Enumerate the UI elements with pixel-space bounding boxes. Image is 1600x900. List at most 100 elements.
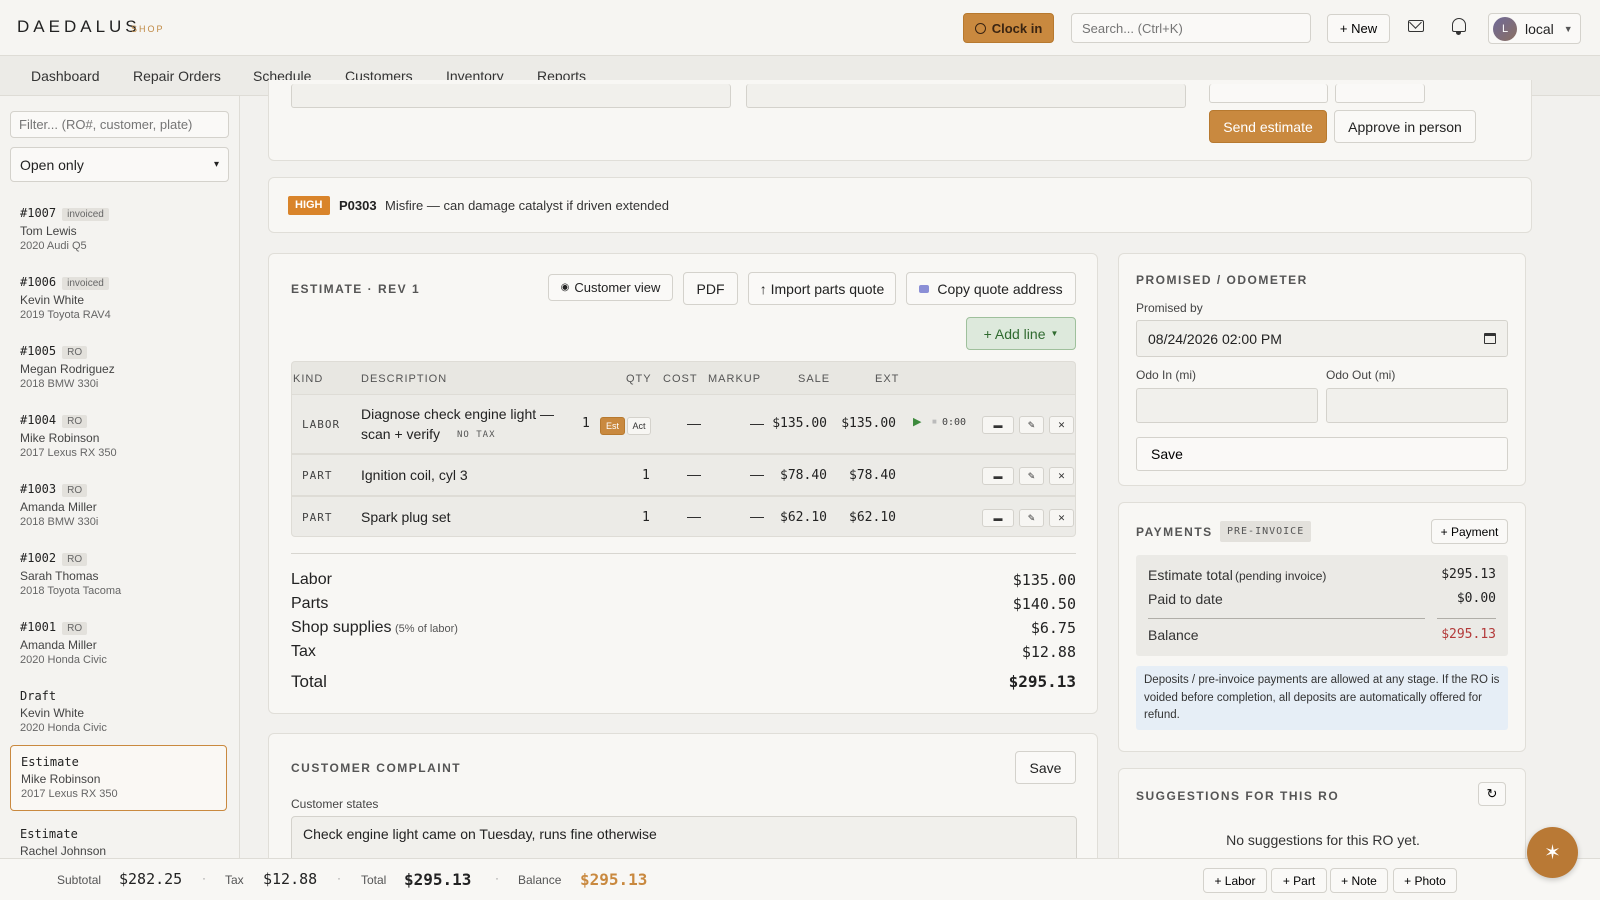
timer-value: 0:00 bbox=[942, 417, 967, 428]
table-row[interactable]: LABOR Diagnose check engine light — scan… bbox=[291, 394, 1076, 454]
chevron-down-icon: ▼ bbox=[1563, 23, 1573, 34]
copy-quote-address-button[interactable]: Copy quote address bbox=[906, 272, 1076, 305]
est-toggle[interactable]: Est bbox=[600, 417, 625, 435]
dtc-code: P0303 bbox=[339, 198, 377, 213]
refresh-icon[interactable]: ↻ bbox=[1478, 782, 1506, 806]
camera-icon[interactable]: ▬ bbox=[982, 416, 1014, 434]
ro-list-item[interactable]: #1002 RO Sarah Thomas 2018 Toyota Tacoma bbox=[10, 542, 227, 606]
ro-list-item[interactable]: #1003 RO Amanda Miller 2018 BMW 330i bbox=[10, 473, 227, 537]
line-kind: LABOR bbox=[302, 418, 341, 431]
line-kind: PART bbox=[302, 511, 333, 524]
user-name: local bbox=[1525, 20, 1554, 37]
status-badge: RO bbox=[62, 415, 88, 428]
table-row[interactable]: PART Spark plug set 1 — — $62.10 $62.10 … bbox=[291, 496, 1076, 537]
play-icon[interactable]: ▶ bbox=[913, 415, 921, 428]
delete-icon[interactable]: ✕ bbox=[1049, 509, 1074, 527]
col-sale: SALE bbox=[798, 373, 831, 385]
ro-list-item[interactable]: #1005 RO Megan Rodriguez 2018 BMW 330i bbox=[10, 335, 227, 399]
col-description: DESCRIPTION bbox=[361, 373, 448, 385]
button[interactable] bbox=[1209, 84, 1328, 103]
eye-icon: ◉ bbox=[560, 282, 570, 293]
ro-list-item[interactable]: Estimate Rachel Johnson bbox=[10, 818, 227, 858]
edit-icon[interactable]: ✎ bbox=[1019, 416, 1044, 434]
status-badge: invoiced bbox=[62, 277, 109, 290]
deposit-info-note: Deposits / pre-invoice payments are allo… bbox=[1136, 666, 1508, 730]
balance-value: $295.13 bbox=[1441, 627, 1496, 642]
ro-filter-input[interactable] bbox=[10, 111, 229, 138]
line-sale: $135.00 bbox=[772, 416, 827, 431]
new-button[interactable]: + New bbox=[1327, 14, 1390, 43]
ro-list-item-selected[interactable]: Estimate Mike Robinson 2017 Lexus RX 350 bbox=[10, 745, 227, 811]
ro-list-item[interactable]: #1001 RO Amanda Miller 2020 Honda Civic bbox=[10, 611, 227, 675]
odo-out-input[interactable] bbox=[1326, 388, 1508, 423]
chevron-down-icon: ▾ bbox=[213, 159, 219, 170]
send-estimate-button[interactable]: Send estimate bbox=[1209, 110, 1327, 143]
estimate-table-header: KIND DESCRIPTION QTY COST MARKUP SALE EX… bbox=[291, 361, 1076, 394]
col-markup: MARKUP bbox=[708, 373, 762, 385]
status-filter-select[interactable]: Open only ▾ bbox=[10, 147, 229, 182]
user-menu[interactable]: L local ▼ bbox=[1488, 13, 1581, 44]
line-description: Spark plug set bbox=[361, 509, 451, 525]
ro-list-item[interactable]: #1006 invoiced Kevin White 2019 Toyota RAV4 bbox=[10, 266, 227, 330]
status-badge: RO bbox=[62, 346, 88, 359]
edit-icon[interactable]: ✎ bbox=[1019, 509, 1044, 527]
nav-repair-orders[interactable]: Repair Orders bbox=[133, 68, 221, 84]
promised-card: PROMISED / ODOMETER Promised by 08/24/20… bbox=[1118, 253, 1526, 486]
customer-view-button[interactable]: ◉ Customer view bbox=[548, 274, 673, 301]
odo-save-button[interactable]: Save bbox=[1136, 437, 1508, 471]
camera-icon[interactable]: ▬ bbox=[982, 467, 1014, 485]
payments-title: PAYMENTS bbox=[1136, 525, 1213, 539]
add-note-button[interactable]: + Note bbox=[1330, 868, 1388, 893]
line-markup: — bbox=[750, 466, 764, 482]
ro-list-item[interactable]: #1004 RO Mike Robinson 2017 Lexus RX 350 bbox=[10, 404, 227, 468]
approve-in-person-button[interactable]: Approve in person bbox=[1334, 110, 1476, 143]
line-description-2: scan + verify bbox=[361, 426, 440, 442]
status-badge: invoiced bbox=[62, 208, 109, 221]
promised-title: PROMISED / ODOMETER bbox=[1136, 273, 1308, 287]
bell-icon[interactable] bbox=[1452, 18, 1466, 35]
totals-total: Total $295.13 bbox=[291, 672, 1076, 691]
line-kind: PART bbox=[302, 469, 333, 482]
input-field[interactable] bbox=[291, 84, 731, 108]
brand-logo[interactable]: DAEDALUS bbox=[17, 17, 141, 37]
chevron-down-icon: ▼ bbox=[1050, 329, 1059, 338]
line-ext: $78.40 bbox=[849, 468, 896, 483]
input-field[interactable] bbox=[746, 84, 1186, 108]
pre-invoice-badge: PRE-INVOICE bbox=[1220, 521, 1312, 542]
line-qty: 1 bbox=[642, 510, 650, 525]
ro-list-item[interactable]: #1007 invoiced Tom Lewis 2020 Audi Q5 bbox=[10, 197, 227, 261]
col-qty: QTY bbox=[626, 373, 652, 385]
table-row[interactable]: PART Ignition coil, cyl 3 1 — — $78.40 $… bbox=[291, 454, 1076, 496]
pdf-button[interactable]: PDF bbox=[683, 272, 738, 305]
camera-icon[interactable]: ▬ bbox=[982, 509, 1014, 527]
clock-in-button[interactable]: Clock in bbox=[963, 13, 1054, 43]
copy-icon bbox=[919, 284, 930, 293]
odo-in-input[interactable] bbox=[1136, 388, 1318, 423]
payments-card: PAYMENTS PRE-INVOICE + Payment Estimate … bbox=[1118, 502, 1526, 752]
bottom-bar: Subtotal $282.25 · Tax $12.88 · Total $2… bbox=[0, 858, 1600, 900]
stop-icon[interactable]: ■ bbox=[932, 417, 937, 426]
add-part-button[interactable]: + Part bbox=[1271, 868, 1327, 893]
edit-icon[interactable]: ✎ bbox=[1019, 467, 1044, 485]
act-toggle[interactable]: Act bbox=[627, 417, 651, 435]
add-photo-button[interactable]: + Photo bbox=[1393, 868, 1457, 893]
add-line-button[interactable]: + Add line ▼ bbox=[966, 317, 1076, 350]
mail-icon[interactable] bbox=[1408, 20, 1424, 32]
import-parts-quote-button[interactable]: ↑ Import parts quote bbox=[748, 272, 896, 305]
assistant-fab[interactable]: ✶ bbox=[1527, 827, 1578, 878]
nav-dashboard[interactable]: Dashboard bbox=[31, 68, 100, 84]
complaint-save-button[interactable]: Save bbox=[1015, 751, 1076, 784]
col-cost: COST bbox=[663, 373, 698, 385]
add-labor-button[interactable]: + Labor bbox=[1203, 868, 1267, 893]
line-ext: $135.00 bbox=[841, 416, 896, 431]
calendar-icon[interactable] bbox=[1484, 333, 1496, 344]
delete-icon[interactable]: ✕ bbox=[1049, 416, 1074, 434]
ro-list-item[interactable]: Draft Kevin White 2020 Honda Civic bbox=[10, 680, 227, 744]
promised-date-input[interactable]: 08/24/2026 02:00 PM bbox=[1136, 320, 1508, 357]
delete-icon[interactable]: ✕ bbox=[1049, 467, 1074, 485]
search-input[interactable] bbox=[1071, 13, 1311, 43]
add-payment-button[interactable]: + Payment bbox=[1431, 519, 1508, 544]
button[interactable] bbox=[1335, 84, 1425, 103]
ro-sidebar: Open only▾ #1007invoicedTom Lewis2020 Au… bbox=[0, 96, 240, 858]
suggestions-title: SUGGESTIONS FOR THIS RO bbox=[1136, 789, 1340, 803]
